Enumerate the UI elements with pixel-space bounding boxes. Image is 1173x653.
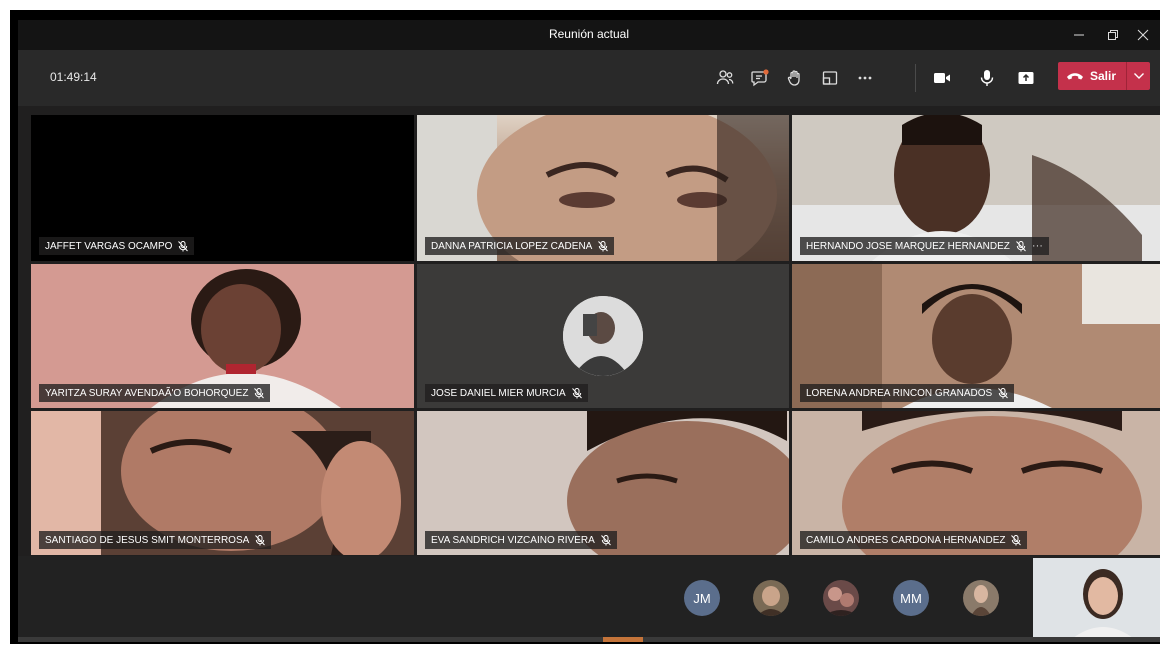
participant-name-tag: JAFFET VARGAS OCAMPO xyxy=(39,237,195,255)
avatar xyxy=(563,296,643,376)
title-bar: Reunión actual xyxy=(18,20,1160,50)
participant-name: LORENA ANDREA RINCON GRANADOS xyxy=(806,387,993,399)
teams-meeting-window: Reunión actual 01:49:14 Salir JAFFET VAR… xyxy=(18,20,1160,642)
participant-name-tag: YARITZA SURAY AVENDAÃ'O BOHORQUEZ xyxy=(39,384,271,402)
avatar[interactable]: MM xyxy=(893,580,929,616)
video-tile[interactable]: CAMILO ANDRES CARDONA HERNANDEZ xyxy=(792,411,1160,555)
avatar[interactable] xyxy=(963,580,999,616)
participant-name-tag: HERNANDO JOSE MARQUEZ HERNANDEZ ··· xyxy=(800,237,1049,255)
video-tile[interactable]: JOSE DANIEL MIER MURCIA xyxy=(417,264,789,408)
avatar[interactable]: JM xyxy=(684,580,720,616)
mic-off-icon xyxy=(1016,240,1026,252)
toolbar-divider xyxy=(915,64,916,92)
participant-name: DANNA PATRICIA LOPEZ CADENA xyxy=(431,240,593,252)
mic-off-icon xyxy=(998,387,1009,399)
more-options-icon[interactable]: ··· xyxy=(1032,240,1043,252)
participant-name: JAFFET VARGAS OCAMPO xyxy=(45,240,173,252)
mic-off-icon xyxy=(255,534,266,546)
bottom-progress-bar xyxy=(18,637,1160,642)
microphone-icon[interactable] xyxy=(973,64,1001,92)
video-tile[interactable]: YARITZA SURAY AVENDAÃ'O BOHORQUEZ xyxy=(31,264,414,408)
participant-name-tag: CAMILO ANDRES CARDONA HERNANDEZ xyxy=(800,531,1028,549)
phone-hangup-icon xyxy=(1067,73,1083,80)
video-tile[interactable]: HERNANDO JOSE MARQUEZ HERNANDEZ ··· xyxy=(792,115,1160,261)
restore-icon[interactable] xyxy=(1096,20,1130,50)
participant-name-tag: DANNA PATRICIA LOPEZ CADENA xyxy=(425,237,615,255)
window-title: Reunión actual xyxy=(548,27,630,41)
leave-main[interactable]: Salir xyxy=(1058,62,1126,90)
participant-name: EVA SANDRICH VIZCAINO RIVERA xyxy=(431,534,595,546)
mic-off-icon xyxy=(178,240,189,252)
participant-name: YARITZA SURAY AVENDAÃ'O BOHORQUEZ xyxy=(45,387,249,399)
self-view-video[interactable] xyxy=(1033,558,1160,642)
leave-button[interactable]: Salir xyxy=(1058,62,1150,90)
chat-icon[interactable] xyxy=(746,64,774,92)
participant-name-tag: JOSE DANIEL MIER MURCIA xyxy=(425,384,588,402)
participants-icon[interactable] xyxy=(711,64,739,92)
participant-name-tag: SANTIAGO DE JESUS SMIT MONTERROSA xyxy=(39,531,272,549)
meeting-timer: 01:49:14 xyxy=(50,70,97,84)
chevron-down-icon[interactable] xyxy=(1127,62,1150,90)
mic-off-icon xyxy=(254,387,265,399)
video-tile[interactable]: LORENA ANDREA RINCON GRANADOS xyxy=(792,264,1160,408)
avatar-initials: JM xyxy=(693,590,711,606)
video-tile[interactable]: DANNA PATRICIA LOPEZ CADENA xyxy=(417,115,789,261)
video-tile[interactable]: EVA SANDRICH VIZCAINO RIVERA xyxy=(417,411,789,555)
video-tile[interactable]: JAFFET VARGAS OCAMPO xyxy=(31,115,414,261)
avatar[interactable] xyxy=(823,580,859,616)
participant-name-tag: EVA SANDRICH VIZCAINO RIVERA xyxy=(425,531,617,549)
raise-hand-icon[interactable] xyxy=(781,64,809,92)
mic-off-icon xyxy=(571,387,582,399)
participant-name: HERNANDO JOSE MARQUEZ HERNANDEZ xyxy=(806,240,1010,252)
close-icon[interactable] xyxy=(1126,20,1160,50)
rooms-icon[interactable] xyxy=(816,64,844,92)
participant-name: JOSE DANIEL MIER MURCIA xyxy=(431,387,566,399)
participant-name-tag: LORENA ANDREA RINCON GRANADOS xyxy=(800,384,1015,402)
video-tile[interactable]: SANTIAGO DE JESUS SMIT MONTERROSA xyxy=(31,411,414,555)
participant-name: CAMILO ANDRES CARDONA HERNANDEZ xyxy=(806,534,1006,546)
video-grid: JAFFET VARGAS OCAMPO DANNA PATRICIA LOPE… xyxy=(31,115,1160,555)
mic-off-icon xyxy=(598,240,609,252)
participant-name: SANTIAGO DE JESUS SMIT MONTERROSA xyxy=(45,534,250,546)
mic-off-icon xyxy=(1011,534,1022,546)
camera-icon[interactable] xyxy=(928,64,956,92)
leave-label: Salir xyxy=(1090,69,1117,83)
minimize-icon[interactable] xyxy=(1062,20,1096,50)
more-icon[interactable] xyxy=(851,64,879,92)
mic-off-icon xyxy=(600,534,611,546)
share-icon[interactable] xyxy=(1012,64,1040,92)
meeting-toolbar: 01:49:14 Salir xyxy=(18,50,1160,106)
avatar[interactable] xyxy=(753,580,789,616)
avatar-initials: MM xyxy=(900,590,922,606)
